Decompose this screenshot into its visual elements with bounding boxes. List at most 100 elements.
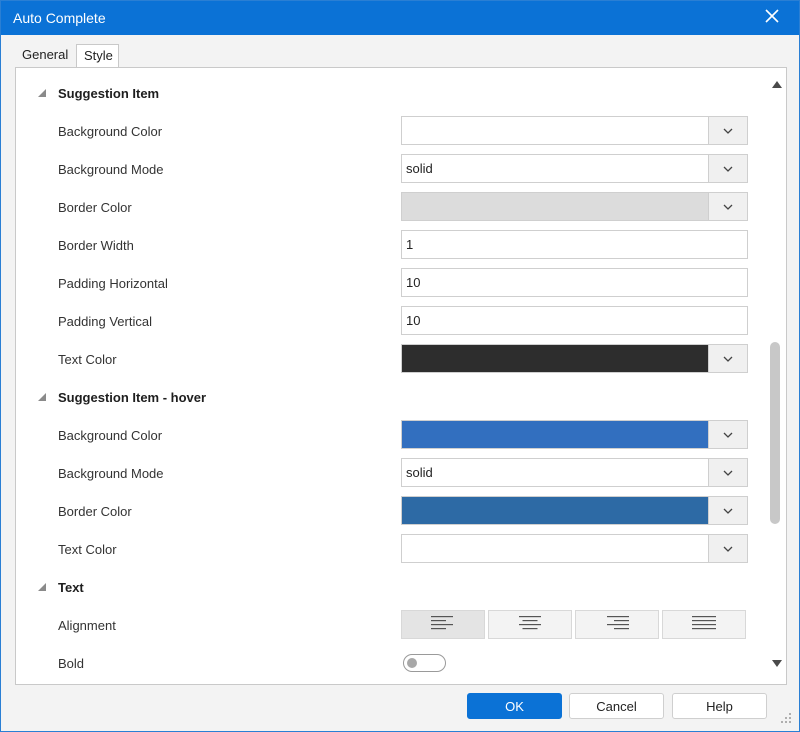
close-button[interactable] <box>757 1 787 31</box>
property-row: Padding Vertical 10 <box>27 302 770 340</box>
color-picker[interactable] <box>401 496 748 525</box>
property-label: Border Width <box>58 238 134 253</box>
dropdown-button[interactable] <box>708 345 747 372</box>
dropdown-button[interactable] <box>708 421 747 448</box>
chevron-down-icon <box>723 204 733 210</box>
property-row: Text Color <box>27 340 770 378</box>
color-picker[interactable] <box>401 534 748 563</box>
property-row: Border Color <box>27 492 770 530</box>
dropdown-button[interactable] <box>708 155 747 182</box>
property-label: Background Color <box>58 124 163 139</box>
collapse-arrow-icon[interactable] <box>38 89 46 97</box>
section-header[interactable]: Text <box>27 568 770 606</box>
ok-button[interactable]: OK <box>467 693 562 719</box>
property-label: Border Color <box>58 200 132 215</box>
text-input[interactable]: 10 <box>401 268 748 297</box>
alignment-buttons <box>401 610 748 639</box>
color-picker[interactable] <box>401 344 748 373</box>
title-bar: Auto Complete <box>1 1 799 35</box>
chevron-down-icon <box>723 470 733 476</box>
color-swatch[interactable] <box>402 421 709 448</box>
color-picker[interactable] <box>401 192 748 221</box>
color-swatch[interactable] <box>402 117 709 144</box>
property-row: Background Mode solid <box>27 150 770 188</box>
section-title: Suggestion Item - hover <box>58 390 207 405</box>
window-title: Auto Complete <box>13 10 106 26</box>
property-row: Bold <box>27 644 770 674</box>
property-row: Text Color <box>27 530 770 568</box>
align-left-button[interactable] <box>401 610 485 639</box>
property-label: Text Color <box>58 352 117 367</box>
section-header[interactable]: Suggestion Item - hover <box>27 378 770 416</box>
chevron-down-icon <box>723 432 733 438</box>
color-swatch[interactable] <box>402 193 709 220</box>
dropdown-button[interactable] <box>708 117 747 144</box>
color-picker[interactable] <box>401 420 748 449</box>
property-row: Border Width 1 <box>27 226 770 264</box>
align-justify-button[interactable] <box>662 610 746 639</box>
dialog-window: Auto Complete General Style Suggestion I… <box>0 0 800 732</box>
chevron-down-icon <box>723 166 733 172</box>
property-label: Border Color <box>58 504 132 519</box>
property-row: Padding Horizontal 10 <box>27 264 770 302</box>
align-left-icon <box>430 616 456 633</box>
dropdown-button[interactable] <box>708 535 747 562</box>
collapse-arrow-icon[interactable] <box>38 393 46 401</box>
toggle-knob <box>407 658 417 668</box>
dropdown-button[interactable] <box>708 193 747 220</box>
chevron-down-icon <box>723 546 733 552</box>
property-row: Alignment <box>27 606 770 644</box>
input-value: 10 <box>406 275 421 290</box>
cancel-button[interactable]: Cancel <box>569 693 664 719</box>
help-button[interactable]: Help <box>672 693 767 719</box>
text-input[interactable]: 1 <box>401 230 748 259</box>
align-center-icon <box>517 616 543 633</box>
input-value: 1 <box>406 237 414 252</box>
align-right-icon <box>604 616 630 633</box>
vertical-scrollbar[interactable] <box>770 74 785 674</box>
input-value: 10 <box>406 313 421 328</box>
color-picker[interactable] <box>401 116 748 145</box>
dropdown-button[interactable] <box>708 459 747 486</box>
chevron-down-icon <box>723 508 733 514</box>
property-row: Background Color <box>27 416 770 454</box>
color-swatch[interactable] <box>402 497 709 524</box>
select-field[interactable]: solid <box>401 154 748 183</box>
property-row: Border Color <box>27 188 770 226</box>
property-label: Padding Vertical <box>58 314 152 329</box>
chevron-down-icon <box>723 356 733 362</box>
section-title: Suggestion Item <box>58 86 160 101</box>
scroll-down-icon[interactable] <box>772 660 782 667</box>
section-title: Text <box>58 580 84 595</box>
select-value: solid <box>406 465 433 480</box>
bold-toggle[interactable] <box>403 654 446 672</box>
property-label: Alignment <box>58 618 116 633</box>
select-field[interactable]: solid <box>401 458 748 487</box>
property-label: Background Mode <box>58 466 164 481</box>
property-label: Padding Horizontal <box>58 276 168 291</box>
align-justify-icon <box>691 616 717 633</box>
scroll-up-icon[interactable] <box>772 81 782 88</box>
close-icon <box>765 9 779 23</box>
property-row: Background Color <box>27 112 770 150</box>
property-grid: Suggestion Item Background Color Backgroun… <box>27 74 770 674</box>
chevron-down-icon <box>723 128 733 134</box>
property-label: Background Color <box>58 428 163 443</box>
align-right-button[interactable] <box>575 610 659 639</box>
property-label: Text Color <box>58 542 117 557</box>
dropdown-button[interactable] <box>708 497 747 524</box>
property-label: Background Mode <box>58 162 164 177</box>
color-swatch[interactable] <box>402 345 709 372</box>
resize-grip-icon[interactable] <box>779 711 793 725</box>
tab-style[interactable]: Style <box>76 44 119 68</box>
properties-panel: Suggestion Item Background Color Backgroun… <box>15 67 787 685</box>
property-label: Bold <box>58 656 85 671</box>
tab-general[interactable]: General <box>15 44 76 68</box>
text-input[interactable]: 10 <box>401 306 748 335</box>
scroll-thumb[interactable] <box>770 342 780 524</box>
align-center-button[interactable] <box>488 610 572 639</box>
collapse-arrow-icon[interactable] <box>38 583 46 591</box>
property-row: Background Mode solid <box>27 454 770 492</box>
color-swatch[interactable] <box>402 535 709 562</box>
section-header[interactable]: Suggestion Item <box>27 74 770 112</box>
